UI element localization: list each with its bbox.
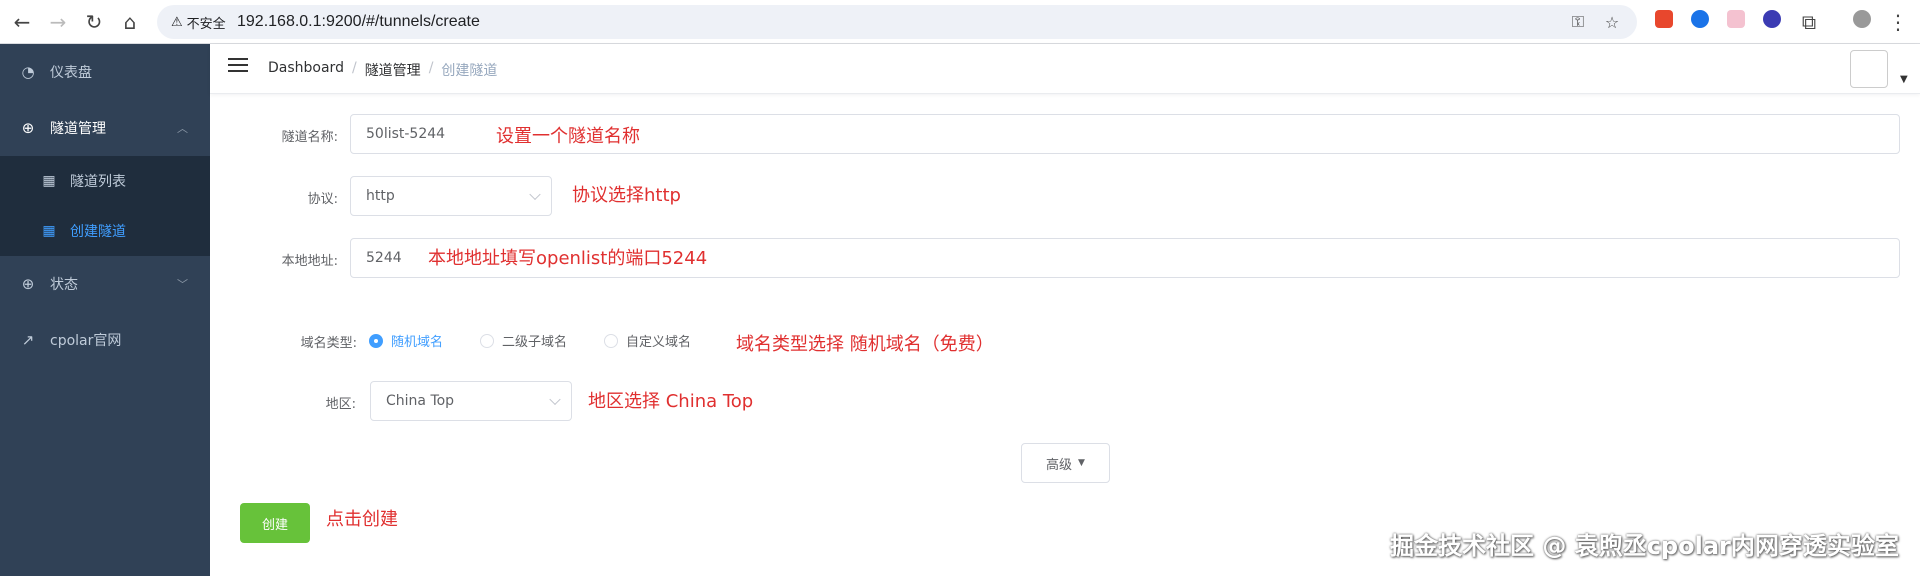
grid-icon: ▦ — [42, 223, 56, 239]
radio-unchecked-icon — [604, 333, 618, 348]
sidebar-item-create-tunnel[interactable]: ▦ 创建隧道 — [0, 206, 210, 256]
sidebar-item-label: 状态 — [50, 277, 78, 293]
forward-icon[interactable]: → — [44, 8, 72, 36]
radio-label: 自定义域名 — [626, 335, 692, 350]
radio-subdomain[interactable]: 二级子域名 — [480, 331, 567, 350]
address-bar[interactable]: ⚠ 不安全 192.168.0.1:9200/#/tunnels/create … — [157, 5, 1637, 39]
star-icon[interactable]: ☆ — [1601, 11, 1623, 33]
region-select[interactable]: China Top — [370, 381, 572, 421]
warning-icon: ⚠ — [171, 14, 183, 30]
dashboard-icon: ◔ — [21, 63, 35, 81]
protocol-value: http — [366, 188, 395, 204]
extension-icon[interactable] — [1655, 10, 1673, 28]
extension-icon[interactable] — [1763, 10, 1781, 28]
caret-down-icon: ▼ — [1078, 458, 1085, 468]
radio-label: 随机域名 — [391, 335, 444, 350]
radio-label: 二级子域名 — [502, 335, 568, 350]
sidebar-item-label: 隧道管理 — [50, 121, 106, 137]
protocol-label: 协议: — [307, 192, 338, 207]
annotation-text: 域名类型选择 随机域名（免费） — [736, 334, 994, 355]
sidebar-item-cpolar-site[interactable]: ↗ cpolar官网 — [0, 312, 210, 368]
caret-down-icon[interactable]: ▼ — [1900, 74, 1908, 85]
watermark: 掘金技术社区 @ 袁煦丞cpolar内网穿透实验室 — [1390, 532, 1899, 560]
breadcrumb-item[interactable]: 隧道管理 — [365, 60, 421, 80]
browser-toolbar: ← → ↻ ⌂ ⚠ 不安全 192.168.0.1:9200/#/tunnels… — [0, 0, 1920, 44]
radio-unchecked-icon — [480, 333, 494, 348]
avatar[interactable] — [1850, 50, 1888, 88]
sidebar-item-dashboard[interactable]: ◔ 仪表盘 — [0, 44, 210, 100]
site-info-chip[interactable]: ⚠ 不安全 — [165, 10, 234, 34]
advanced-label: 高级 — [1046, 457, 1073, 473]
sidebar-item-tunnels[interactable]: ⊕ 隧道管理 ︿ — [0, 100, 210, 156]
chevron-down-icon: ﹀ — [177, 278, 188, 291]
domain-type-label: 域名类型: — [300, 336, 357, 351]
advanced-button[interactable]: 高级 ▼ — [1021, 443, 1110, 483]
radio-checked-icon — [369, 333, 383, 348]
region-label: 地区: — [325, 397, 356, 412]
annotation-text: 本地地址填写openlist的端口5244 — [428, 248, 708, 269]
radio-custom-domain[interactable]: 自定义域名 — [604, 331, 691, 350]
tunnel-name-label: 隧道名称: — [281, 130, 338, 145]
create-button[interactable]: 创建 — [240, 503, 310, 543]
sidebar-item-label: 隧道列表 — [70, 174, 126, 190]
more-icon[interactable]: ⋮ — [1884, 8, 1912, 36]
extension-icon[interactable] — [1691, 10, 1709, 28]
menu-toggle-icon[interactable] — [228, 58, 248, 74]
sidebar-item-label: cpolar官网 — [50, 333, 122, 349]
annotation-text: 点击创建 — [326, 509, 398, 530]
breadcrumb-item[interactable]: Dashboard — [268, 60, 344, 80]
sidebar-item-label: 创建隧道 — [70, 224, 126, 240]
breadcrumb-item: 创建隧道 — [441, 63, 498, 79]
sidebar-item-label: 仪表盘 — [50, 65, 92, 81]
reload-icon[interactable]: ↻ — [80, 8, 108, 36]
home-icon[interactable]: ⌂ — [116, 8, 144, 36]
radio-random-domain[interactable]: 随机域名 — [369, 331, 443, 350]
puzzle-icon[interactable]: ⧉ — [1795, 8, 1823, 36]
navbar: Dashboard / 隧道管理 / 创建隧道 ▼ — [210, 44, 1920, 94]
plus-circle-icon: ⊕ — [21, 119, 35, 137]
plus-circle-icon: ⊕ — [21, 275, 35, 293]
local-address-label: 本地地址: — [281, 254, 338, 269]
sidebar: ◔ 仪表盘 ⊕ 隧道管理 ︿ ▦ 隧道列表 ▦ 创建隧道 ⊕ 状态 ﹀ ↗ cp… — [0, 44, 210, 576]
sidebar-item-tunnel-list[interactable]: ▦ 隧道列表 — [0, 156, 210, 206]
chevron-down-icon — [549, 393, 561, 406]
protocol-select[interactable]: http — [350, 176, 552, 216]
extension-icon[interactable] — [1727, 10, 1745, 28]
breadcrumb: Dashboard / 隧道管理 / 创建隧道 — [268, 60, 498, 80]
annotation-text: 地区选择 China Top — [588, 391, 754, 412]
profile-icon[interactable] — [1853, 10, 1871, 28]
annotation-text: 设置一个隧道名称 — [496, 126, 640, 147]
region-value: China Top — [386, 393, 455, 409]
chevron-down-icon — [529, 188, 541, 201]
external-link-icon: ↗ — [21, 331, 35, 349]
sidebar-item-status[interactable]: ⊕ 状态 ﹀ — [0, 256, 210, 312]
url-text[interactable]: 192.168.0.1:9200/#/tunnels/create — [237, 13, 480, 31]
grid-icon: ▦ — [42, 173, 56, 189]
back-icon[interactable]: ← — [8, 8, 36, 36]
insecure-label: 不安全 — [186, 16, 226, 32]
chevron-up-icon: ︿ — [177, 122, 188, 135]
annotation-text: 协议选择http — [572, 185, 681, 206]
key-icon[interactable]: ⚿ — [1567, 11, 1589, 33]
